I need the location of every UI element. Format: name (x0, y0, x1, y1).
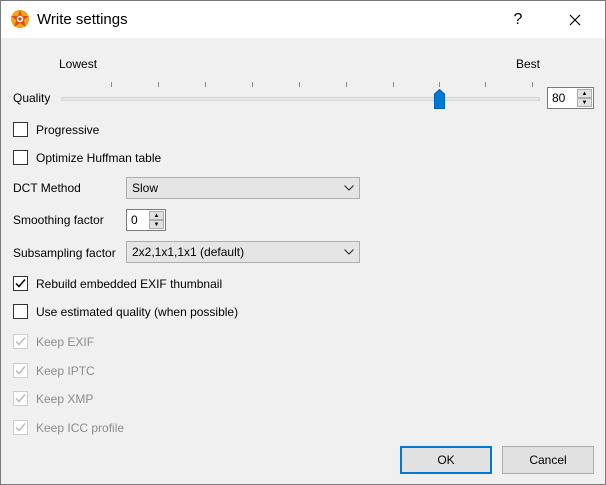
spin-up-button[interactable]: ▲ (149, 211, 164, 220)
slider-tick (393, 82, 394, 87)
subsampling-factor-value: 2x2,1x1,1x1 (default) (132, 245, 245, 259)
progressive-checkbox[interactable] (13, 122, 28, 137)
arrow-down-icon: ▼ (153, 221, 160, 228)
rebuild-exif-thumbnail-label: Rebuild embedded EXIF thumbnail (36, 277, 223, 291)
keep-exif-label: Keep EXIF (36, 335, 95, 349)
keep-exif-checkbox (13, 334, 28, 349)
dct-method-label: DCT Method (13, 181, 81, 195)
arrow-up-icon: ▲ (581, 90, 588, 97)
quality-max-label: Best (516, 57, 541, 71)
quality-label: Quality (13, 91, 51, 105)
checkmark-icon (15, 423, 26, 432)
slider-tick (485, 82, 486, 87)
slider-tick (532, 82, 533, 87)
checkmark-icon (15, 366, 26, 375)
dct-method-value: Slow (132, 181, 159, 195)
ok-button[interactable]: OK (400, 446, 492, 474)
close-icon (569, 14, 581, 25)
slider-tick (299, 82, 300, 87)
spin-up-button[interactable]: ▲ (577, 89, 592, 98)
checkmark-icon (15, 279, 26, 288)
estimated-quality-checkbox[interactable] (13, 304, 28, 319)
arrow-up-icon: ▲ (153, 212, 160, 219)
keep-icc-profile-checkbox (13, 420, 28, 435)
smoothing-factor-value: 0 (131, 213, 138, 227)
quality-value: 80 (552, 91, 566, 105)
slider-tick (111, 82, 112, 87)
subsampling-factor-label: Subsampling factor (13, 246, 116, 260)
slider-tick (205, 82, 206, 87)
slider-tick (158, 82, 159, 87)
chevron-down-icon (344, 185, 354, 191)
spin-down-button[interactable]: ▼ (577, 98, 592, 107)
smoothing-factor-label: Smoothing factor (13, 213, 104, 227)
subsampling-factor-select[interactable]: 2x2,1x1,1x1 (default) (126, 241, 360, 263)
optimize-huffman-label: Optimize Huffman table (36, 151, 162, 165)
slider-tick (252, 82, 253, 87)
keep-iptc-checkbox (13, 363, 28, 378)
quality-slider-thumb[interactable] (434, 89, 445, 109)
rebuild-exif-thumbnail-checkbox[interactable] (13, 276, 28, 291)
checkmark-icon (15, 337, 26, 346)
title-bar: Write settings ? (1, 1, 605, 38)
slider-tick (439, 82, 440, 87)
quality-min-label: Lowest (59, 57, 98, 71)
help-button[interactable]: ? (495, 1, 541, 38)
keep-icc-profile-label: Keep ICC profile (36, 421, 125, 435)
smoothing-factor-spinbox[interactable]: 0 ▲ ▼ (126, 209, 166, 231)
estimated-quality-label: Use estimated quality (when possible) (36, 305, 239, 319)
chevron-down-icon (344, 249, 354, 255)
keep-iptc-label: Keep IPTC (36, 364, 95, 378)
checkmark-icon (15, 394, 26, 403)
app-logo-icon (11, 10, 29, 28)
arrow-down-icon: ▼ (581, 99, 588, 106)
window-title: Write settings (37, 11, 128, 28)
cancel-button[interactable]: Cancel (502, 446, 594, 474)
progressive-label: Progressive (36, 123, 100, 137)
close-button[interactable] (552, 1, 598, 38)
keep-xmp-label: Keep XMP (36, 392, 94, 406)
keep-xmp-checkbox (13, 391, 28, 406)
slider-tick (346, 82, 347, 87)
quality-slider[interactable] (61, 97, 540, 101)
quality-spinbox[interactable]: 80 ▲ ▼ (547, 87, 594, 109)
dct-method-select[interactable]: Slow (126, 177, 360, 199)
optimize-huffman-checkbox[interactable] (13, 150, 28, 165)
dialog-window: Write settings ? Lowest Best Quality 80 … (0, 0, 606, 485)
spin-down-button[interactable]: ▼ (149, 220, 164, 229)
